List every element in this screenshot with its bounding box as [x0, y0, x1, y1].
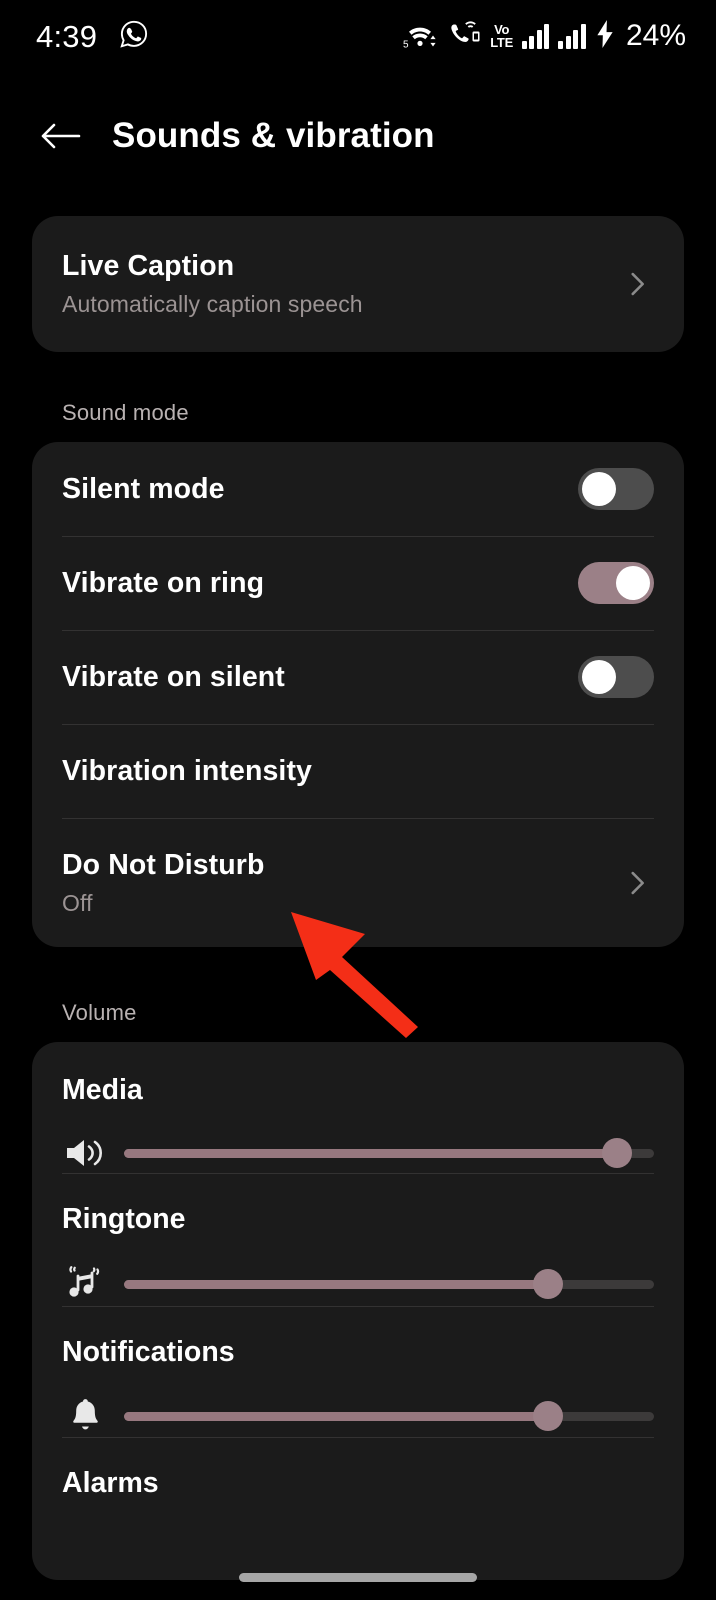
phone-screen: 4:39 5 Vo LTE 24% Sounds & vibration Liv…: [0, 0, 716, 1600]
volume-ringtone-block: Ringtone: [32, 1173, 684, 1306]
volume-notifications-slider-row: [62, 1395, 654, 1437]
divider: [62, 536, 654, 537]
charging-bolt-icon: [595, 19, 615, 53]
live-caption-row[interactable]: Live Caption Automatically caption speec…: [32, 216, 684, 352]
toggle-knob: [582, 660, 616, 694]
vibrate-on-ring-toggle[interactable]: [578, 562, 654, 604]
volume-notifications-label: Notifications: [62, 1336, 235, 1368]
volume-ringtone-slider-row: [62, 1262, 654, 1306]
sound-mode-card: Silent mode Vibrate on ring Vibrate on s…: [32, 442, 684, 947]
slider-thumb[interactable]: [533, 1401, 563, 1431]
do-not-disturb-text: Do Not Disturb Off: [62, 849, 264, 917]
status-bar: 4:39 5 Vo LTE 24%: [0, 0, 716, 72]
row-vibrate-on-silent[interactable]: Vibrate on silent: [32, 630, 684, 724]
chevron-right-icon: [620, 866, 654, 900]
page-header: Sounds & vibration: [0, 98, 716, 174]
toggle-knob: [616, 566, 650, 600]
page-title: Sounds & vibration: [112, 116, 435, 155]
row-vibrate-on-ring[interactable]: Vibrate on ring: [32, 536, 684, 630]
status-bar-right: 5 Vo LTE 24%: [402, 19, 686, 53]
slider-fill: [124, 1279, 548, 1289]
row-label: Vibrate on silent: [62, 660, 285, 693]
row-vibration-intensity[interactable]: Vibration intensity: [32, 724, 684, 818]
row-label: Do Not Disturb: [62, 848, 265, 881]
divider: [62, 1437, 654, 1438]
row-label: Vibration intensity: [62, 754, 312, 787]
volume-ringtone-label: Ringtone: [62, 1203, 186, 1235]
volte-2-icon: Vo LTE: [490, 22, 513, 50]
volume-alarms-label: Alarms: [62, 1467, 159, 1499]
row-label: Silent mode: [62, 472, 225, 505]
ringtone-music-note-icon: [62, 1262, 124, 1306]
whatsapp-icon: [119, 19, 149, 54]
live-caption-card[interactable]: Live Caption Automatically caption speec…: [32, 216, 684, 352]
signal-sim1-icon: [521, 23, 550, 49]
sound-mode-section-label: Sound mode: [62, 400, 189, 425]
media-volume-slider[interactable]: [124, 1136, 654, 1170]
volume-media-slider-row: [62, 1133, 654, 1173]
signal-sim2-icon: [558, 23, 586, 49]
bell-icon: [62, 1395, 124, 1437]
vibrate-on-silent-toggle[interactable]: [578, 656, 654, 698]
volume-notifications-block: Notifications: [32, 1306, 684, 1437]
live-caption-subtitle: Automatically caption speech: [62, 291, 363, 317]
status-bar-left: 4:39: [36, 19, 149, 54]
slider-thumb[interactable]: [601, 1138, 632, 1168]
do-not-disturb-status: Off: [62, 889, 93, 916]
ringtone-volume-slider[interactable]: [124, 1267, 654, 1301]
divider: [62, 724, 654, 725]
row-label: Vibrate on ring: [62, 566, 265, 599]
status-bar-clock: 4:39: [36, 18, 98, 54]
back-arrow-icon[interactable]: [36, 111, 86, 161]
volume-section-label: Volume: [62, 1000, 137, 1025]
volte-call-icon: [447, 20, 481, 53]
volume-alarms-block: Alarms: [32, 1437, 684, 1500]
silent-mode-toggle[interactable]: [578, 468, 654, 510]
divider: [62, 1306, 654, 1307]
live-caption-text: Live Caption Automatically caption speec…: [62, 250, 363, 318]
live-caption-title: Live Caption: [62, 250, 235, 282]
slider-fill: [124, 1148, 617, 1158]
volume-card: Media Ringtone Notifications Alarms: [32, 1042, 684, 1580]
toggle-knob: [582, 472, 616, 506]
volume-media-label: Media: [62, 1074, 143, 1106]
divider: [62, 1173, 654, 1174]
wifi-5g-icon: 5: [402, 22, 438, 50]
battery-percent-label: 24%: [625, 19, 686, 52]
speaker-volume-icon: [62, 1133, 124, 1173]
volume-media-block: Media: [32, 1042, 684, 1173]
divider: [62, 818, 654, 819]
slider-thumb[interactable]: [533, 1269, 563, 1299]
slider-fill: [124, 1411, 548, 1421]
row-silent-mode[interactable]: Silent mode: [32, 442, 684, 536]
svg-text:5: 5: [403, 40, 409, 51]
divider: [62, 630, 654, 631]
row-do-not-disturb[interactable]: Do Not Disturb Off: [32, 818, 684, 947]
home-gesture-bar[interactable]: [239, 1573, 477, 1582]
chevron-right-icon: [620, 267, 654, 301]
notifications-volume-slider[interactable]: [124, 1399, 654, 1433]
